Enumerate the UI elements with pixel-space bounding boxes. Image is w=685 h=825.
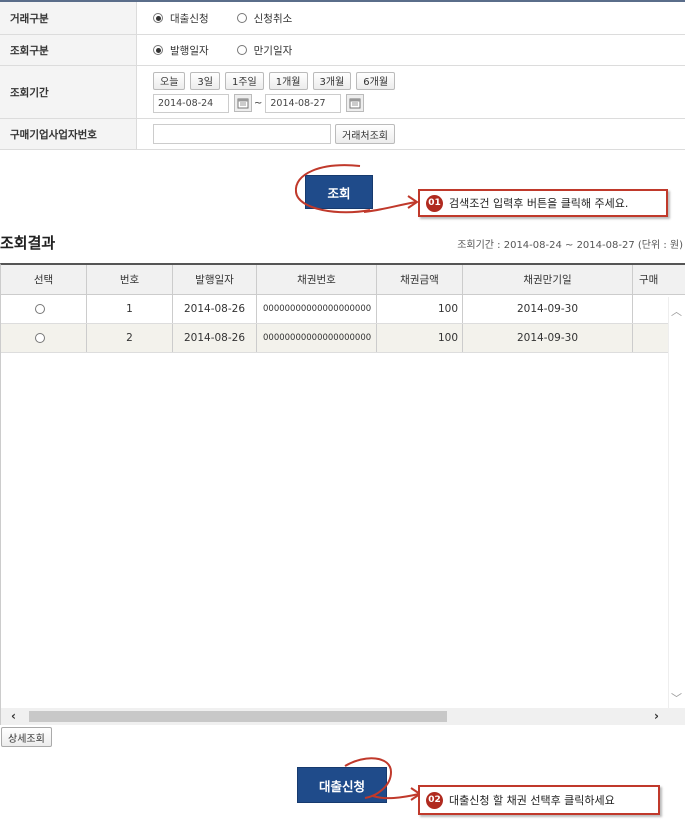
chevron-left-icon[interactable]: ‹	[11, 709, 16, 723]
period-3days-button[interactable]: 3일	[190, 71, 220, 90]
search-button[interactable]: 조회	[305, 175, 373, 209]
query-type-label: 조회구분	[0, 35, 137, 65]
biz-number-label: 구매기업사업자번호	[0, 119, 137, 149]
radio-icon[interactable]	[236, 45, 247, 55]
col-bond-no: 채권번호	[257, 265, 377, 294]
result-meta: 조회기간 : 2014-08-24 ~ 2014-08-27 (단위 : 원)	[457, 240, 683, 251]
start-date-input[interactable]: 2014-08-24	[153, 93, 229, 113]
radio-icon[interactable]	[153, 45, 163, 55]
step-badge: 02	[426, 791, 443, 809]
step-badge: 01	[426, 194, 443, 212]
period-buttons: 오늘 3일 1주일 1개월 3개월 6개월	[153, 71, 400, 90]
chevron-down-icon[interactable]: ﹀	[671, 690, 682, 706]
loan-request-button[interactable]: 대출신청	[297, 767, 387, 803]
horizontal-scrollbar[interactable]: ‹ ›	[1, 708, 669, 725]
col-amount: 채권금액	[377, 265, 463, 294]
result-title: 조회결과	[0, 234, 56, 252]
callout-text: 검색조건 입력후 버튼을 클릭해 주세요.	[449, 197, 629, 210]
col-no: 번호	[87, 265, 173, 294]
trade-type-label: 거래구분	[0, 2, 137, 34]
table-row[interactable]: 2 2014-08-26 00000000000000000000 100 20…	[1, 324, 685, 353]
detail-view-button[interactable]: 상세조회	[1, 727, 52, 747]
period-today-button[interactable]: 오늘	[153, 71, 186, 90]
radio-icon[interactable]	[153, 13, 163, 23]
callout-text: 대출신청 할 채권 선택후 클릭하세요	[449, 794, 615, 807]
radio-icon[interactable]	[236, 13, 247, 23]
period-1month-button[interactable]: 1개월	[268, 71, 308, 90]
col-issue-date: 발행일자	[173, 265, 257, 294]
biz-number-input[interactable]	[153, 124, 331, 144]
trade-type-option-cancel[interactable]: 신청취소	[236, 11, 292, 26]
scrollbar-corner	[668, 708, 685, 725]
query-type-option-due[interactable]: 만기일자	[236, 43, 292, 58]
period-3months-button[interactable]: 3개월	[312, 71, 352, 90]
date-separator: ~	[254, 97, 263, 109]
col-buyer: 구매	[633, 265, 685, 294]
period-6months-button[interactable]: 6개월	[356, 71, 396, 90]
callout-loan-hint: 02 대출신청 할 채권 선택후 클릭하세요	[418, 785, 660, 815]
scrollbar-thumb[interactable]	[29, 711, 447, 722]
form-row-biz-number: 구매기업사업자번호 거래처조회	[0, 119, 685, 150]
calendar-icon[interactable]	[346, 94, 365, 112]
radio-icon[interactable]	[35, 304, 45, 314]
client-lookup-button[interactable]: 거래처조회	[335, 124, 395, 144]
trade-type-radio-group: 대출신청 신청취소	[153, 11, 320, 26]
end-date-input[interactable]: 2014-08-27	[265, 93, 342, 113]
col-due-date: 채권만기일	[463, 265, 633, 294]
result-grid: 선택 번호 발행일자 채권번호 채권금액 채권만기일 구매 1 2014-08-…	[0, 263, 685, 725]
chevron-right-icon[interactable]: ›	[654, 709, 659, 723]
form-row-query-type: 조회구분 발행일자 만기일자	[0, 35, 685, 66]
vertical-scrollbar[interactable]: ︿ ﹀	[668, 297, 685, 710]
radio-icon[interactable]	[35, 333, 45, 343]
grid-header: 선택 번호 발행일자 채권번호 채권금액 채권만기일 구매	[1, 265, 685, 295]
search-form: 거래구분 대출신청 신청취소 조회구분 발행일자 만기일자 조회기간 오늘 3일…	[0, 0, 685, 150]
form-row-trade-type: 거래구분 대출신청 신청취소	[0, 2, 685, 35]
chevron-up-icon[interactable]: ︿	[671, 303, 682, 319]
calendar-icon[interactable]	[234, 94, 252, 112]
form-row-period: 조회기간 오늘 3일 1주일 1개월 3개월 6개월 2014-08-24 ~ …	[0, 66, 685, 119]
trade-type-option-loan[interactable]: 대출신청	[153, 11, 209, 26]
date-range: 2014-08-24 ~ 2014-08-27	[153, 93, 365, 113]
period-label: 조회기간	[0, 66, 137, 118]
query-type-option-issue[interactable]: 발행일자	[153, 43, 209, 58]
col-select: 선택	[1, 265, 87, 294]
period-1week-button[interactable]: 1주일	[224, 71, 264, 90]
table-row[interactable]: 1 2014-08-26 00000000000000000000 100 20…	[1, 295, 685, 324]
callout-search-hint: 01 검색조건 입력후 버튼을 클릭해 주세요.	[418, 189, 668, 217]
query-type-radio-group: 발행일자 만기일자	[153, 43, 320, 58]
